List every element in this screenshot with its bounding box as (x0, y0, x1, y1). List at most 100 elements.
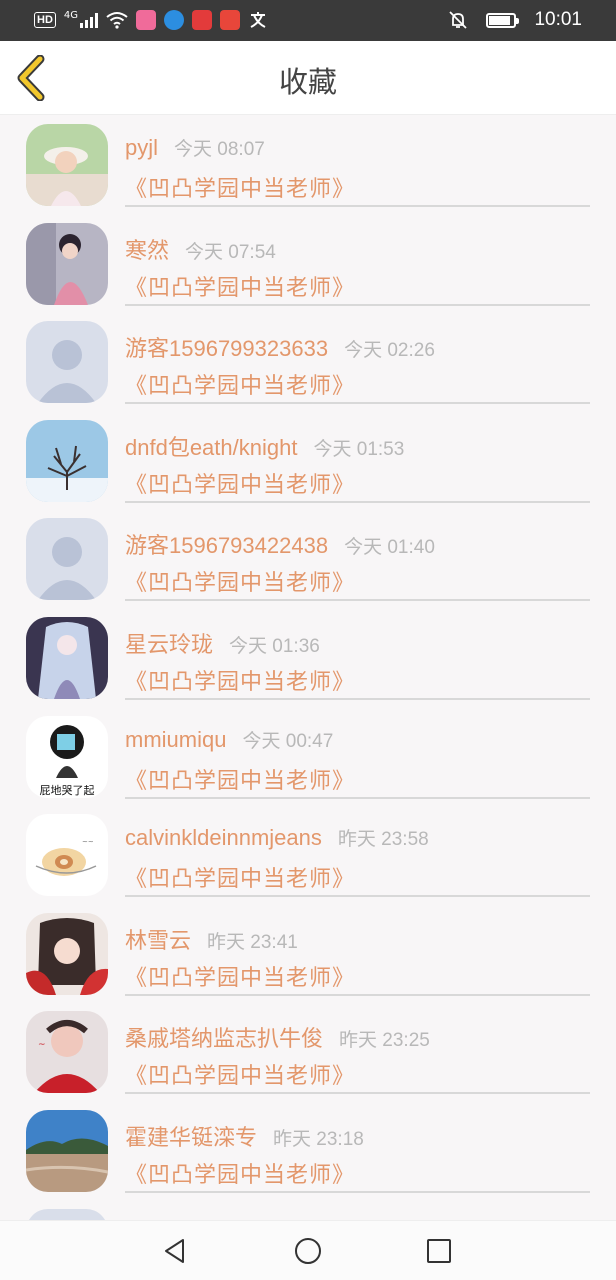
avatar[interactable]: ~ (26, 1011, 108, 1094)
avatar[interactable] (26, 222, 108, 305)
item-meta: 游客1596793422438 今天 01:40 (125, 528, 435, 560)
avatar[interactable] (26, 518, 108, 601)
item-meta: pyjl 今天 08:07 (125, 134, 265, 161)
book-title[interactable]: 《凹凸学园中当老师》 (125, 960, 355, 992)
list-item[interactable] (0, 1201, 616, 1220)
triangle-back-icon[interactable] (160, 1236, 190, 1266)
book-title[interactable]: 《凹凸学园中当老师》 (125, 368, 355, 400)
list-item[interactable]: 游客1596799323633 今天 02:26 《凹凸学园中当老师》 (0, 313, 616, 412)
hd-badge: HD (34, 12, 56, 28)
avatar[interactable] (26, 912, 108, 995)
list-item[interactable]: ~~ calvinkldeinnmjeans 昨天 23:58 《凹凸学园中当老… (0, 806, 616, 905)
wifi-icon (106, 12, 128, 29)
item-meta: 星云玲珑 今天 01:36 (125, 627, 320, 659)
divider (125, 500, 590, 503)
app-icon (136, 10, 157, 30)
user-name[interactable]: calvinkldeinnmjeans (125, 825, 322, 851)
book-title[interactable]: 《凹凸学园中当老师》 (125, 1157, 355, 1189)
user-name[interactable]: 游客1596799323633 (125, 331, 328, 363)
timestamp: 昨天 23:25 (339, 1030, 430, 1052)
list-item[interactable]: 霍建华铤滦专 昨天 23:18 《凹凸学园中当老师》 (0, 1102, 616, 1201)
battery-icon (486, 12, 520, 28)
book-title[interactable]: 《凹凸学园中当老师》 (125, 467, 355, 499)
user-name[interactable]: mmiumiqu (125, 727, 226, 753)
circle-home-icon[interactable] (293, 1236, 323, 1266)
divider (125, 993, 590, 996)
item-meta: 游客1596799323633 今天 02:26 (125, 331, 435, 363)
status-bar: HD 4G 10:01 (0, 0, 616, 41)
signal-icon (80, 12, 99, 28)
status-right: 10:01 (448, 9, 582, 31)
timestamp: 昨天 23:58 (337, 829, 429, 851)
title-bar: 收藏 (0, 41, 616, 115)
user-name[interactable]: dnfd包eath/knight (125, 430, 297, 462)
app-icon (192, 10, 213, 30)
item-meta: 桑戚塔纳监志扒牛俊 昨天 23:25 (125, 1021, 430, 1053)
book-title[interactable]: 《凹凸学园中当老师》 (125, 270, 355, 302)
avatar-caption: 屁地哭了起 (40, 784, 95, 797)
timestamp: 昨天 23:18 (273, 1128, 364, 1150)
user-name[interactable]: 寒然 (125, 233, 169, 265)
list-item[interactable]: 游客1596793422438 今天 01:40 《凹凸学园中当老师》 (0, 510, 616, 609)
book-title[interactable]: 《凹凸学园中当老师》 (125, 171, 355, 203)
book-title[interactable]: 《凹凸学园中当老师》 (125, 763, 355, 795)
user-name[interactable]: 星云玲珑 (125, 627, 213, 659)
timestamp: 今天 00:47 (242, 730, 334, 752)
avatar[interactable]: 屁地哭了起 (26, 715, 108, 798)
avatar[interactable] (26, 616, 108, 699)
divider (125, 599, 590, 602)
translate-icon (250, 12, 266, 28)
user-name[interactable]: 游客1596793422438 (125, 528, 328, 560)
book-title[interactable]: 《凹凸学园中当老师》 (125, 1058, 355, 1090)
timestamp: 今天 02:26 (344, 340, 435, 362)
avatar[interactable] (26, 419, 108, 502)
favorites-list[interactable]: pyjl 今天 08:07 《凹凸学园中当老师》 寒然 今天 07:54 《凹凸… (0, 116, 616, 1220)
divider (125, 205, 590, 207)
list-item[interactable]: dnfd包eath/knight 今天 01:53 《凹凸学园中当老师》 (0, 412, 616, 511)
divider (125, 1092, 590, 1095)
avatar[interactable] (26, 124, 108, 206)
page-title: 收藏 (278, 65, 337, 99)
book-title[interactable]: 《凹凸学园中当老师》 (125, 664, 355, 696)
list-item[interactable]: 屁地哭了起 mmiumiqu 今天 00:47 《凹凸学园中当老师》 (0, 708, 616, 807)
divider (125, 402, 590, 405)
book-title[interactable]: 《凹凸学园中当老师》 (125, 861, 355, 893)
list-item[interactable]: pyjl 今天 08:07 《凹凸学园中当老师》 (0, 116, 616, 215)
item-meta: calvinkldeinnmjeans 昨天 23:58 (125, 824, 429, 851)
status-time: 10:01 (534, 9, 582, 30)
item-meta: 霍建华铤滦专 昨天 23:18 (125, 1120, 364, 1152)
divider (125, 796, 590, 799)
timestamp: 今天 01:40 (344, 537, 435, 559)
user-name[interactable]: 霍建华铤滦专 (125, 1120, 257, 1152)
avatar[interactable] (26, 1109, 108, 1192)
item-meta: dnfd包eath/knight 今天 01:53 (125, 430, 404, 462)
list-item[interactable]: 林雪云 昨天 23:41 《凹凸学园中当老师》 (0, 905, 616, 1004)
timestamp: 今天 08:07 (174, 139, 265, 160)
list-item[interactable]: ~ 桑戚塔纳监志扒牛俊 昨天 23:25 《凹凸学园中当老师》 (0, 1003, 616, 1102)
status-left: HD 4G (34, 9, 268, 31)
list-item[interactable]: 寒然 今天 07:54 《凹凸学园中当老师》 (0, 215, 616, 314)
navigation-bar (0, 1220, 616, 1280)
user-name[interactable]: pyjl (125, 135, 158, 161)
mute-bell-icon (449, 11, 468, 29)
app-icon (164, 10, 185, 30)
divider (125, 895, 590, 898)
user-name[interactable]: 桑戚塔纳监志扒牛俊 (125, 1021, 323, 1053)
divider (125, 1190, 590, 1193)
network-type: 4G (63, 9, 79, 21)
item-meta: mmiumiqu 今天 00:47 (125, 726, 333, 753)
list-item[interactable]: 星云玲珑 今天 01:36 《凹凸学园中当老师》 (0, 609, 616, 708)
divider (125, 697, 590, 700)
item-meta: 寒然 今天 07:54 (125, 233, 276, 265)
divider (125, 303, 590, 306)
timestamp: 昨天 23:41 (207, 931, 298, 953)
user-name[interactable]: 林雪云 (125, 923, 191, 955)
avatar[interactable]: ~~ (26, 814, 108, 897)
avatar[interactable] (26, 1208, 108, 1220)
square-recents-icon[interactable] (424, 1236, 454, 1266)
app-icon (220, 10, 241, 30)
book-title[interactable]: 《凹凸学园中当老师》 (125, 565, 355, 597)
svg-text:~: ~ (38, 1040, 46, 1050)
timestamp: 今天 01:36 (229, 635, 320, 657)
avatar[interactable] (26, 321, 108, 404)
